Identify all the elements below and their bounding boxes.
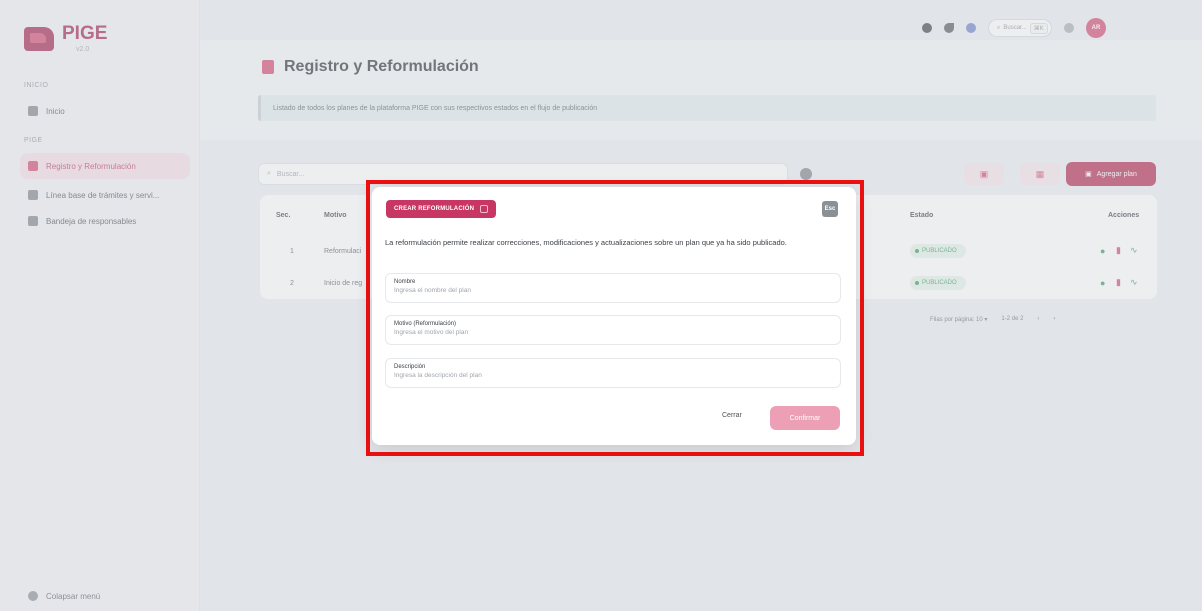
motivo-input[interactable] [394, 329, 832, 336]
cancel-button[interactable]: Cerrar [722, 412, 742, 419]
modal-title-badge: CREAR REFORMULACIÓN [386, 200, 497, 218]
modal-description: La reformulación permite realizar correc… [385, 238, 787, 247]
close-button[interactable]: Esc [822, 201, 838, 217]
field-label: Descripción [394, 364, 426, 370]
square-icon [480, 205, 489, 213]
field-label: Motivo (Reformulación) [394, 321, 457, 327]
descripcion-input[interactable] [394, 372, 832, 379]
descripcion-field[interactable]: Descripción [385, 358, 841, 388]
create-reformulation-modal: CREAR REFORMULACIÓN Esc La reformulación… [372, 187, 856, 445]
nombre-input[interactable] [394, 287, 832, 294]
motivo-field[interactable]: Motivo (Reformulación) [385, 315, 841, 345]
nombre-field[interactable]: Nombre [385, 273, 841, 303]
field-label: Nombre [394, 279, 416, 285]
confirm-button[interactable]: Confirmar [770, 406, 840, 430]
